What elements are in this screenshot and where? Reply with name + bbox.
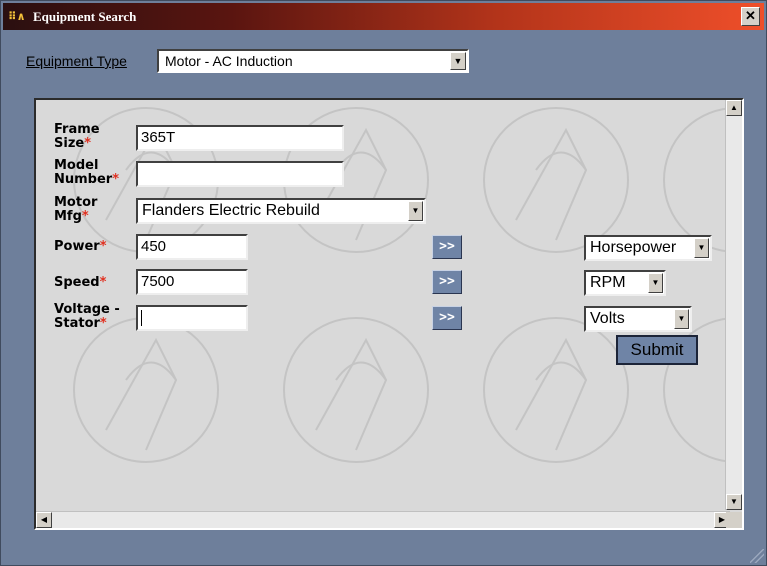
speed-input[interactable]: 7500 [136, 269, 248, 295]
scroll-down-icon[interactable]: ▼ [726, 494, 742, 510]
power-unit-value: Horsepower [590, 239, 677, 256]
equipment-search-window: ⠿∧ Equipment Search ✕ Equipment Type Mot… [0, 0, 767, 566]
dropdown-arrow-icon[interactable]: ▼ [674, 309, 689, 329]
voltage-unit-select[interactable]: Volts ▼ [584, 306, 692, 332]
speed-unit-select[interactable]: RPM ▼ [584, 270, 666, 296]
motor-mfg-label-line1: Motor [54, 195, 98, 210]
motor-mfg-value: Flanders Electric Rebuild [142, 202, 320, 219]
dropdown-arrow-icon[interactable]: ▼ [694, 238, 709, 258]
title-bar[interactable]: ⠿∧ Equipment Search ✕ [3, 3, 764, 30]
power-unit-select[interactable]: Horsepower ▼ [584, 235, 712, 261]
voltage-convert-button[interactable]: >> [432, 306, 462, 330]
equipment-type-select[interactable]: Motor - AC Induction ▼ [157, 49, 469, 73]
frame-size-label-line1: Frame [54, 122, 100, 137]
model-number-input[interactable] [136, 161, 344, 187]
dropdown-arrow-icon[interactable]: ▼ [648, 273, 663, 293]
equipment-type-label: Equipment Type [26, 53, 127, 69]
scrollbar-corner [726, 512, 742, 528]
form-panel: Frame Size* 365T Model Number* Motor Mfg… [34, 98, 744, 530]
motor-mfg-label: Motor Mfg* [54, 196, 97, 224]
submit-button[interactable]: Submit [616, 335, 698, 365]
power-convert-button[interactable]: >> [432, 235, 462, 259]
voltage-stator-label-line2: Stator [54, 316, 100, 331]
voltage-stator-input[interactable] [136, 305, 248, 331]
text-cursor [141, 310, 142, 326]
dropdown-arrow-icon[interactable]: ▼ [408, 201, 423, 221]
frame-size-input[interactable]: 365T [136, 125, 344, 151]
resize-grip-icon[interactable] [750, 549, 764, 563]
model-number-label: Model Number* [54, 159, 119, 187]
required-marker: * [99, 316, 107, 331]
voltage-stator-label-line1: Voltage - [54, 302, 120, 317]
app-logo-icon: ⠿∧ [8, 10, 26, 23]
speed-convert-button[interactable]: >> [432, 270, 462, 294]
speed-label: Speed* [54, 276, 106, 290]
required-marker: * [99, 239, 107, 254]
vertical-scrollbar[interactable]: ▲ ▼ [725, 100, 742, 510]
power-input[interactable]: 450 [136, 234, 248, 260]
scroll-left-icon[interactable]: ◀ [36, 512, 52, 528]
equipment-type-value: Motor - AC Induction [165, 53, 293, 69]
horizontal-scrollbar[interactable]: ◀ ▶ [36, 511, 730, 528]
voltage-stator-label: Voltage - Stator* [54, 303, 120, 331]
dropdown-arrow-icon[interactable]: ▼ [450, 52, 466, 70]
required-marker: * [99, 275, 107, 290]
scroll-up-icon[interactable]: ▲ [726, 100, 742, 116]
model-number-label-line1: Model [54, 158, 99, 173]
frame-size-label: Frame Size* [54, 123, 100, 151]
required-marker: * [81, 209, 89, 224]
equipment-type-label-text: Equipment Type [26, 53, 127, 69]
model-number-label-line2: Number [54, 172, 113, 187]
required-marker: * [112, 172, 120, 187]
window-title: Equipment Search [33, 9, 137, 24]
required-marker: * [84, 136, 92, 151]
close-button[interactable]: ✕ [741, 7, 760, 26]
motor-mfg-label-line2: Mfg [54, 209, 82, 224]
speed-unit-value: RPM [590, 274, 626, 291]
power-label-text: Power [54, 239, 100, 254]
power-label: Power* [54, 240, 107, 254]
frame-size-label-line2: Size [54, 136, 85, 151]
voltage-unit-value: Volts [590, 310, 625, 327]
motor-mfg-select[interactable]: Flanders Electric Rebuild ▼ [136, 198, 426, 224]
speed-label-text: Speed [54, 275, 100, 290]
